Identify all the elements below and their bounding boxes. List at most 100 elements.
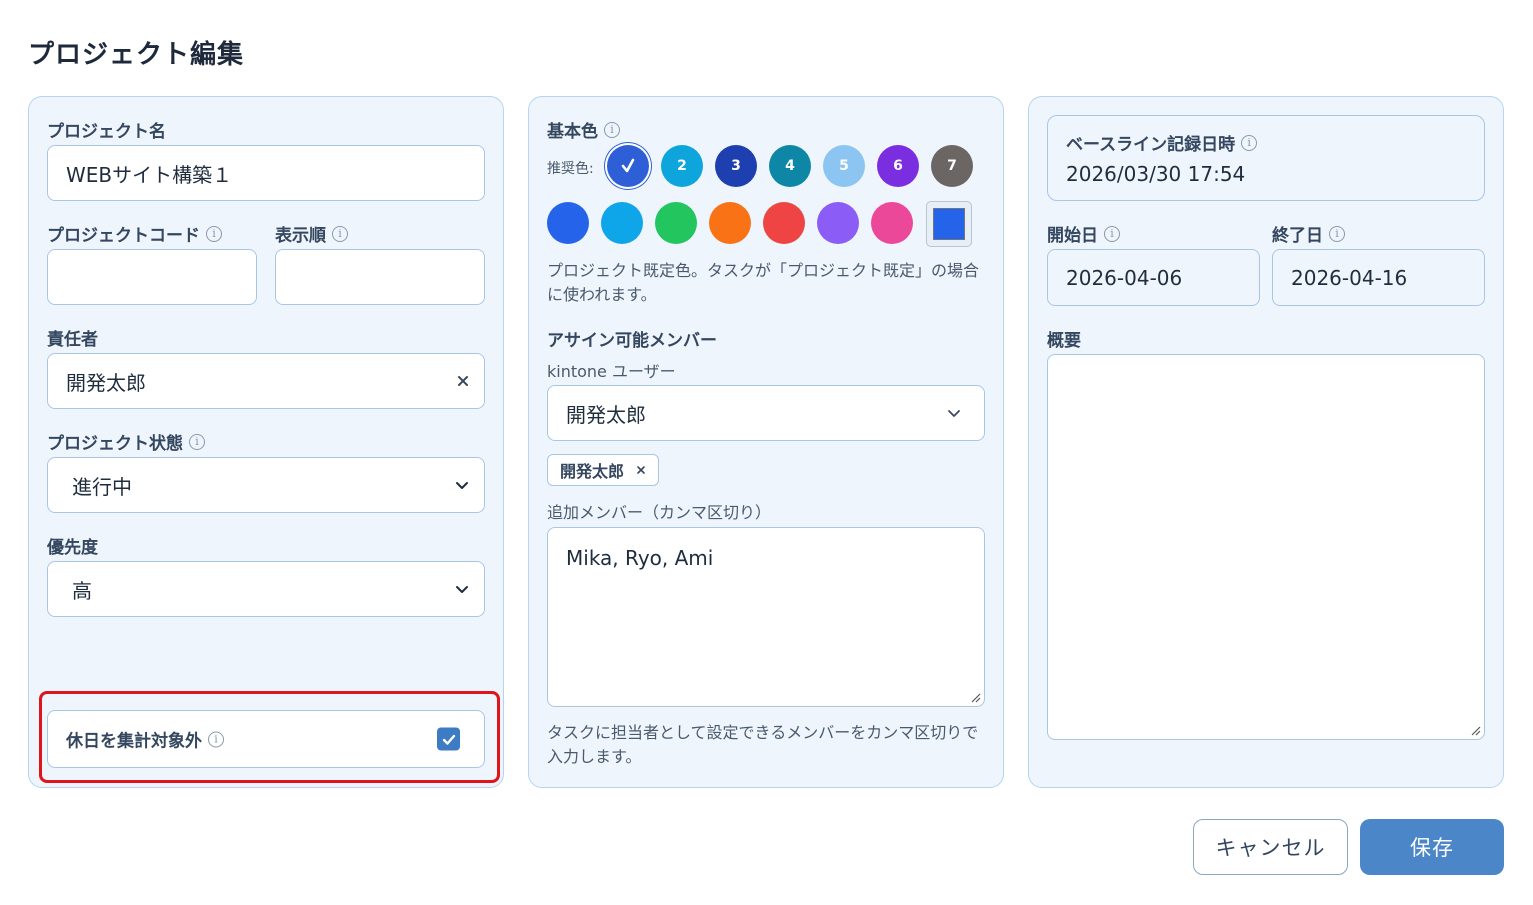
owner-select[interactable]: 開発太郎 xyxy=(47,353,485,409)
extra-members-help: タスクに担当者として設定できるメンバーをカンマ区切りで入力します。 xyxy=(547,723,979,766)
swatch-number: 4 xyxy=(785,158,795,174)
chevron-down-icon xyxy=(948,410,960,417)
dialog-title: プロジェクト編集 xyxy=(28,40,245,70)
resize-handle-icon[interactable] xyxy=(1469,724,1481,736)
summary-label-text: 概要 xyxy=(1047,331,1081,351)
project-status-label: プロジェクト状態 i xyxy=(47,429,205,454)
start-date-field[interactable]: 2026-04-06 xyxy=(1047,249,1260,306)
custom-color-swatch xyxy=(933,208,965,240)
baseline-value: 2026/03/30 17:54 xyxy=(1066,162,1246,186)
owner-label-text: 責任者 xyxy=(47,330,98,350)
kintone-user-select[interactable]: 開発太郎 xyxy=(547,385,985,441)
kintone-user-value: 開発太郎 xyxy=(566,402,646,427)
priority-select[interactable]: 高 xyxy=(47,561,485,617)
summary-label: 概要 xyxy=(1047,326,1081,351)
info-icon[interactable]: i xyxy=(1241,134,1258,151)
end-date-value: 2026-04-16 xyxy=(1291,265,1408,290)
palette-color-swatch[interactable] xyxy=(763,202,805,244)
kintone-user-label: kintone ユーザー xyxy=(547,362,676,381)
exclude-holidays-row[interactable]: 休日を集計対象外 i xyxy=(47,710,485,768)
assignable-members-label: アサイン可能メンバー xyxy=(547,326,717,351)
swatch-number: 3 xyxy=(731,158,741,174)
swatch-number: 7 xyxy=(947,158,957,174)
project-code-label-text: プロジェクトコード xyxy=(47,226,200,246)
base-color-label: 基本色 i xyxy=(547,117,620,142)
palette-color-swatch[interactable] xyxy=(817,202,859,244)
recommended-color-swatch[interactable]: 3 xyxy=(715,145,757,187)
exclude-holidays-label: 休日を集計対象外 i xyxy=(66,727,224,752)
exclude-holidays-checkbox[interactable] xyxy=(437,727,460,751)
remove-member-icon[interactable] xyxy=(636,465,646,475)
exclude-holidays-label-text: 休日を集計対象外 xyxy=(66,731,202,752)
swatch-number: 5 xyxy=(839,158,849,174)
display-order-label: 表示順 i xyxy=(275,221,348,246)
swatch-number: 2 xyxy=(677,158,687,174)
palette-color-swatch[interactable] xyxy=(709,202,751,244)
recommended-color-swatch[interactable]: 6 xyxy=(877,145,919,187)
recommended-color-swatch[interactable] xyxy=(607,145,649,187)
priority-label: 優先度 xyxy=(47,533,98,558)
member-chip-label: 開発太郎 xyxy=(560,462,625,481)
recommended-label: 推奨色: xyxy=(547,161,594,177)
check-icon xyxy=(621,158,635,173)
project-status-value: 進行中 xyxy=(72,474,132,499)
resize-handle-icon[interactable] xyxy=(969,691,981,703)
end-date-label-text: 終了日 xyxy=(1272,226,1323,246)
palette-color-swatch[interactable] xyxy=(547,202,589,244)
end-date-field[interactable]: 2026-04-16 xyxy=(1272,249,1485,306)
cancel-button[interactable]: キャンセル xyxy=(1193,819,1348,875)
baseline-card: ベースライン記録日時 i 2026/03/30 17:54 xyxy=(1047,115,1485,201)
member-chip: 開発太郎 xyxy=(547,454,660,486)
start-date-label-text: 開始日 xyxy=(1047,226,1098,246)
owner-value: 開発太郎 xyxy=(66,370,146,395)
color-members-panel: 基本色 i 推奨色: 2 3 4 5 6 7 プロジェクト既定色。タスクが「プロジェクト既… xyxy=(528,96,1004,788)
start-date-label: 開始日 i xyxy=(1047,221,1120,246)
custom-color-picker[interactable] xyxy=(926,201,972,247)
project-edit-dialog: プロジェクト編集 プロジェクト名 WEBサイト構築１ プロジェクトコード i 表… xyxy=(0,0,1533,905)
info-icon[interactable]: i xyxy=(1104,225,1120,242)
info-icon[interactable]: i xyxy=(208,731,224,747)
display-order-input[interactable] xyxy=(275,249,485,305)
baseline-label-text: ベースライン記録日時 xyxy=(1066,135,1236,155)
extra-members-label: 追加メンバー（カンマ区切り） xyxy=(547,503,772,522)
color-help-text: プロジェクト既定色。タスクが「プロジェクト既定」の場合に使われます。 xyxy=(547,261,980,304)
project-code-input[interactable] xyxy=(47,249,257,305)
summary-textarea[interactable] xyxy=(1047,354,1485,740)
info-icon[interactable]: i xyxy=(604,121,620,138)
info-icon[interactable]: i xyxy=(1329,225,1345,242)
chevron-down-icon xyxy=(456,586,468,593)
owner-label: 責任者 xyxy=(47,325,98,350)
info-icon[interactable]: i xyxy=(206,225,222,242)
palette-color-swatch[interactable] xyxy=(655,202,697,244)
checkmark-icon xyxy=(442,734,455,745)
palette-color-swatch[interactable] xyxy=(601,202,643,244)
chevron-down-icon xyxy=(456,482,468,489)
project-name-input[interactable]: WEBサイト構築１ xyxy=(47,145,485,201)
assignable-members-label-text: アサイン可能メンバー xyxy=(547,331,717,351)
recommended-color-swatch[interactable]: 4 xyxy=(769,145,811,187)
swatch-number: 6 xyxy=(893,158,903,174)
base-color-label-text: 基本色 xyxy=(547,122,598,142)
project-name-value: WEBサイト構築１ xyxy=(66,162,233,187)
end-date-label: 終了日 i xyxy=(1272,221,1345,246)
schedule-panel: ベースライン記録日時 i 2026/03/30 17:54 開始日 i 2026… xyxy=(1028,96,1504,788)
start-date-value: 2026-04-06 xyxy=(1066,265,1183,290)
recommended-color-swatch[interactable]: 2 xyxy=(661,145,703,187)
extra-members-textarea[interactable]: Mika, Ryo, Ami xyxy=(547,527,985,707)
palette-color-swatch[interactable] xyxy=(871,202,913,244)
priority-value: 高 xyxy=(72,578,92,603)
info-icon[interactable]: i xyxy=(189,433,205,450)
info-icon[interactable]: i xyxy=(332,225,348,242)
basic-info-panel: プロジェクト名 WEBサイト構築１ プロジェクトコード i 表示順 i 責任者 … xyxy=(28,96,504,788)
project-name-label: プロジェクト名 xyxy=(47,117,166,142)
project-code-label: プロジェクトコード i xyxy=(47,221,222,246)
extra-members-value: Mika, Ryo, Ami xyxy=(566,546,714,570)
save-button[interactable]: 保存 xyxy=(1360,819,1504,875)
recommended-color-swatch[interactable]: 5 xyxy=(823,145,865,187)
clear-icon[interactable] xyxy=(456,374,470,388)
project-status-select[interactable]: 進行中 xyxy=(47,457,485,513)
priority-label-text: 優先度 xyxy=(47,538,98,558)
recommended-color-swatch[interactable]: 7 xyxy=(931,145,973,187)
project-status-label-text: プロジェクト状態 xyxy=(47,434,183,454)
display-order-label-text: 表示順 xyxy=(275,226,326,246)
